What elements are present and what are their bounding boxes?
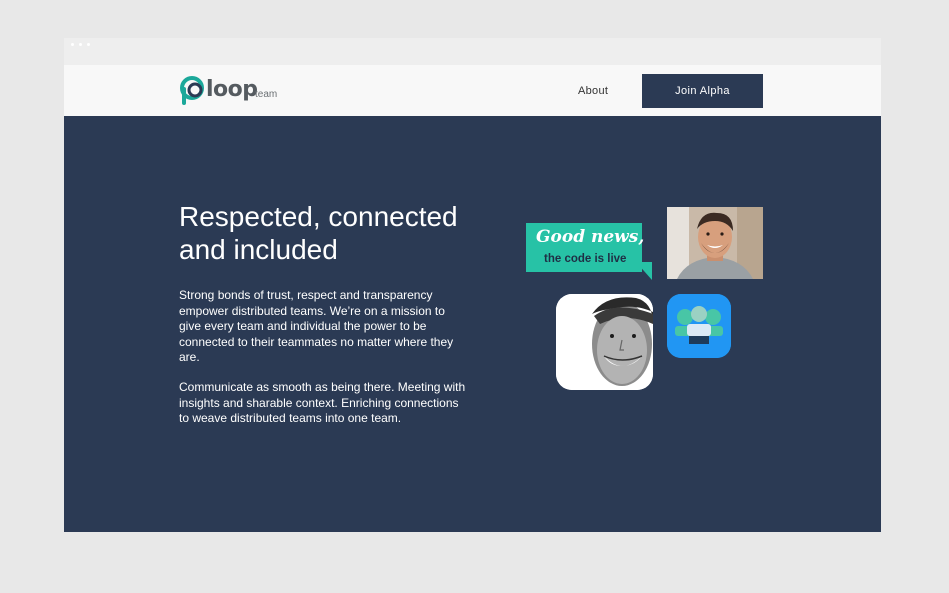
join-alpha-button[interactable]: Join Alpha — [642, 74, 763, 108]
window-dot-icon[interactable] — [71, 43, 74, 46]
top-navbar: loop team About Join Alpha — [64, 65, 881, 116]
logo-subtext: team — [255, 89, 278, 100]
hero-title-line1: Respected, connected — [179, 201, 458, 232]
team-people-icon — [667, 294, 731, 358]
smiling-man-portrait-icon — [667, 207, 763, 279]
nav-link-about[interactable]: About — [578, 84, 608, 98]
smiling-man-photo — [667, 207, 763, 279]
loop-mark-icon — [180, 76, 204, 105]
hero-title: Respected, connected and included — [179, 200, 499, 266]
logo-wordmark: loop — [206, 77, 258, 102]
grayscale-man-portrait-icon — [556, 294, 653, 390]
browser-chrome-bar — [64, 38, 881, 65]
grayscale-man-photo — [556, 294, 653, 390]
hero-section: Respected, connected and included Strong… — [64, 116, 881, 532]
speech-bubble-subline: the code is live — [544, 253, 627, 265]
hero-title-line2: and included — [179, 234, 338, 265]
hero-paragraph-communicate: Communicate as smooth as being there. Me… — [179, 380, 466, 425]
browser-window: loop team About Join Alpha Respected, co… — [64, 38, 881, 532]
window-dot-icon[interactable] — [87, 43, 90, 46]
hero-paragraph-mission: Strong bonds of trust, respect and trans… — [179, 288, 454, 364]
window-dot-icon[interactable] — [79, 43, 82, 46]
speech-bubble-headline: Good news, — [536, 227, 645, 247]
team-app-icon[interactable] — [667, 294, 731, 358]
